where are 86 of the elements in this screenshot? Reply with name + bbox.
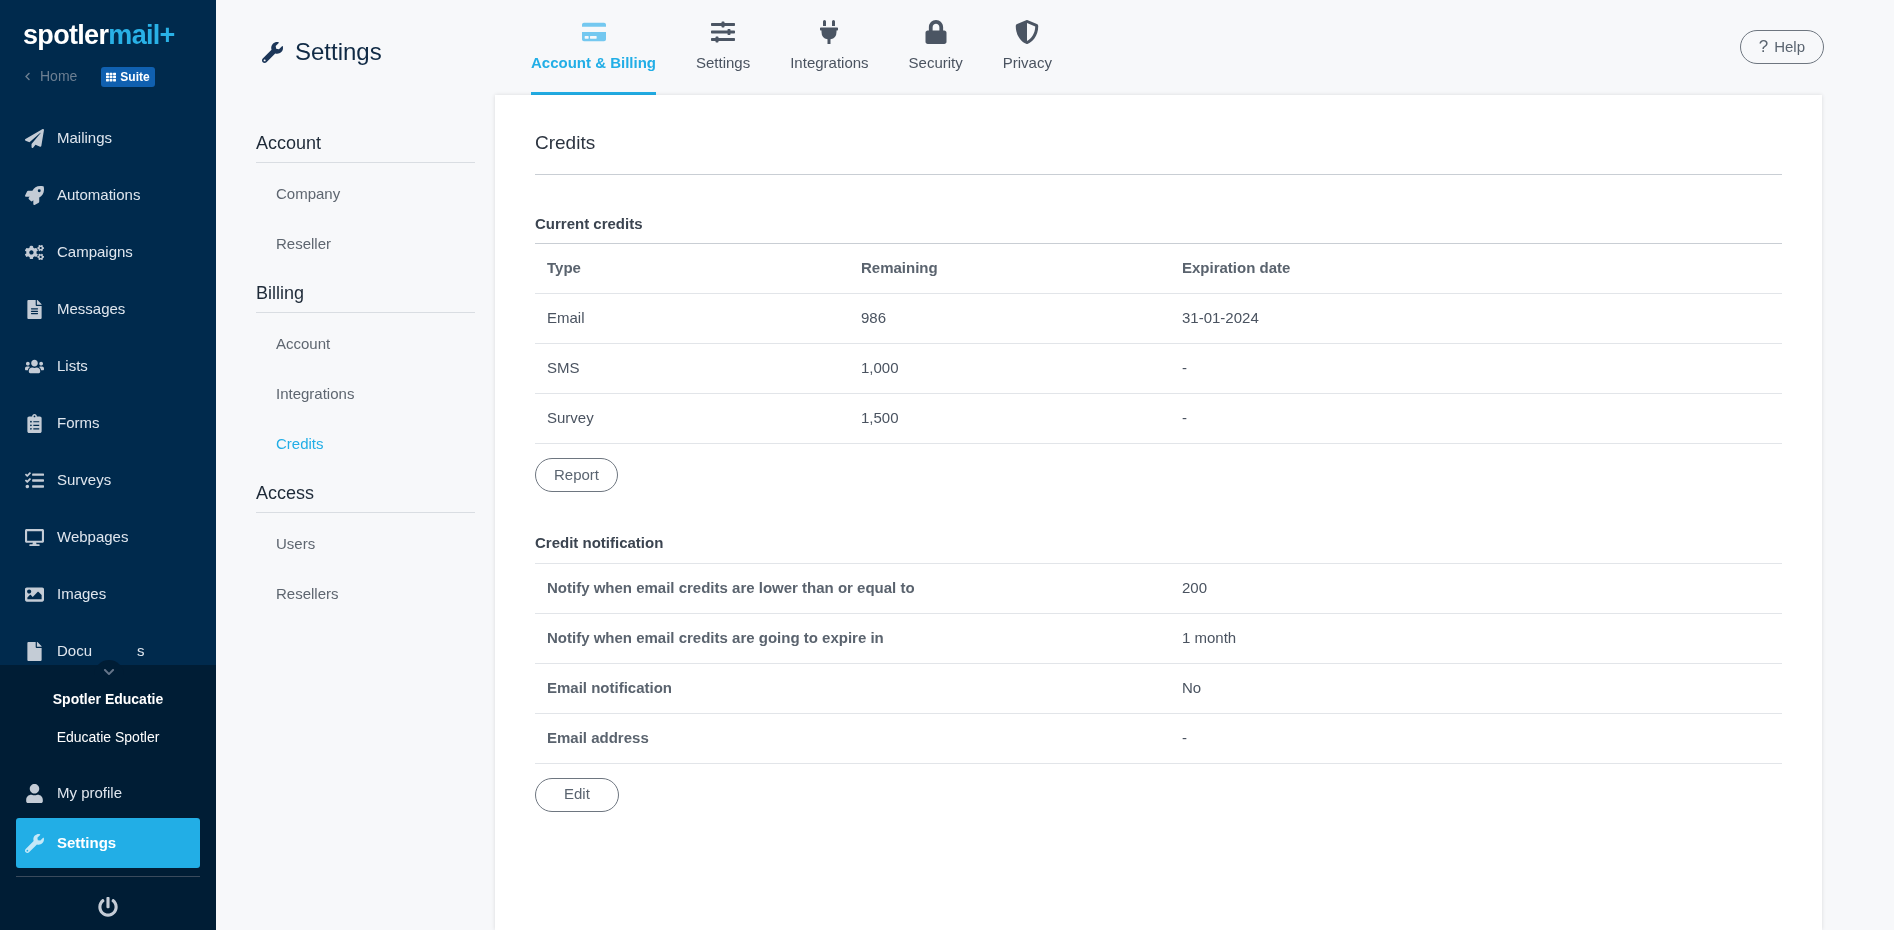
rocket-icon	[25, 186, 44, 205]
nav-item[interactable]: My profile	[16, 768, 200, 818]
table-cell-text: -	[1182, 358, 1188, 379]
nav-item[interactable]: Campaigns	[0, 224, 216, 281]
subnav-link[interactable]: Reseller	[256, 219, 475, 269]
credit-card-icon	[581, 20, 606, 44]
nav-label: Campaigns	[57, 242, 133, 263]
chevron-left-icon	[23, 72, 32, 81]
column-header: Remaining	[861, 258, 939, 279]
suite-badge[interactable]: Suite	[101, 66, 155, 87]
file-icon	[25, 642, 44, 661]
nav-label: Automations	[57, 185, 141, 206]
nav-label: Surveys	[57, 470, 112, 491]
setting-label: Notify when email credits are lower than or equal to	[546, 577, 916, 598]
nav-item[interactable]: Lists	[0, 338, 216, 395]
table-cell-text: 1,000	[861, 358, 900, 379]
table-cell-text: 986	[861, 308, 888, 329]
setting-value: 1 month	[1182, 627, 1238, 648]
table-cell-text: Survey	[546, 408, 595, 429]
gears-icon	[25, 243, 44, 262]
page-title: Settings	[295, 37, 382, 67]
nav-label: Docu	[57, 641, 93, 662]
power-icon	[98, 897, 118, 917]
people-icon	[25, 357, 44, 376]
section-heading: Access	[256, 475, 475, 513]
table-cell-text: 31-01-2024	[1182, 308, 1260, 329]
chevron-down-icon	[103, 666, 115, 678]
setting-label: Email notification	[546, 677, 673, 698]
setting-value: -	[1182, 727, 1188, 748]
logo[interactable]: spotlermail+	[23, 22, 175, 49]
lock-icon	[923, 20, 948, 44]
nav-item[interactable]: Mailings	[0, 110, 216, 167]
shield-icon	[1015, 20, 1040, 44]
nav-label: Images	[57, 584, 107, 605]
nav-label: Forms	[57, 413, 100, 434]
nav-label: s	[137, 641, 145, 662]
person-icon	[25, 783, 44, 803]
setting-label: Email address	[546, 727, 650, 748]
wrench-icon	[25, 833, 44, 853]
grid-icon	[106, 71, 117, 82]
paper-plane-icon	[25, 129, 44, 148]
nav-item[interactable]: Docu s	[0, 623, 216, 680]
wrench-icon	[262, 41, 283, 63]
sliders-icon	[711, 20, 736, 44]
section-heading: Credit notification	[535, 533, 665, 553]
nav-item[interactable]: Images	[0, 566, 216, 623]
column-header: Expiration date	[1182, 258, 1292, 279]
subnav-link[interactable]: Integrations	[256, 369, 475, 419]
nav-item[interactable]: Automations	[0, 167, 216, 224]
setting-value: No	[1182, 677, 1203, 698]
subnav-link[interactable]: Company	[256, 169, 475, 219]
nav-label: Messages	[57, 299, 126, 320]
table-cell-text: 1,500	[861, 408, 900, 429]
section-heading: Billing	[256, 275, 475, 313]
card-title: Credits	[535, 129, 1782, 175]
tab[interactable]: Integrations	[790, 0, 869, 95]
setting-label: Notify when email credits are going to expire in	[546, 627, 885, 648]
nav-item[interactable]: Surveys	[0, 452, 216, 509]
account-name: Spotler Educatie	[52, 690, 164, 709]
setting-value: 200	[1182, 577, 1209, 598]
image-icon	[25, 585, 44, 604]
tab[interactable]: Security	[908, 0, 963, 95]
document-icon	[25, 300, 44, 319]
monitor-icon	[25, 528, 44, 547]
subnav-link[interactable]: Users	[256, 519, 475, 569]
column-header: Type	[546, 258, 582, 279]
subnav-link[interactable]: Account	[256, 319, 475, 369]
account-subname: Educatie Spotler	[56, 728, 160, 747]
table-cell-text: SMS	[546, 358, 581, 379]
table-cell-text: Email	[546, 308, 586, 329]
section-heading: Account	[256, 125, 475, 163]
nav-label: Mailings	[57, 128, 113, 149]
table-cell-text: -	[1182, 408, 1188, 429]
power-button[interactable]	[98, 897, 118, 917]
clipboard-icon	[25, 414, 44, 433]
tab[interactable]: Settings	[696, 0, 751, 95]
nav-label: Webpages	[57, 527, 129, 548]
nav-label: Lists	[57, 356, 88, 377]
checklist-icon	[25, 471, 44, 490]
tab[interactable]: Privacy	[1002, 0, 1052, 95]
subnav-link[interactable]: Resellers	[256, 569, 475, 619]
nav-item[interactable]: Webpages	[0, 509, 216, 566]
nav-item[interactable]: Forms	[0, 395, 216, 452]
nav-item[interactable]: Messages	[0, 281, 216, 338]
home-link[interactable]: Home	[23, 66, 78, 87]
section-heading: Current credits	[535, 213, 644, 234]
